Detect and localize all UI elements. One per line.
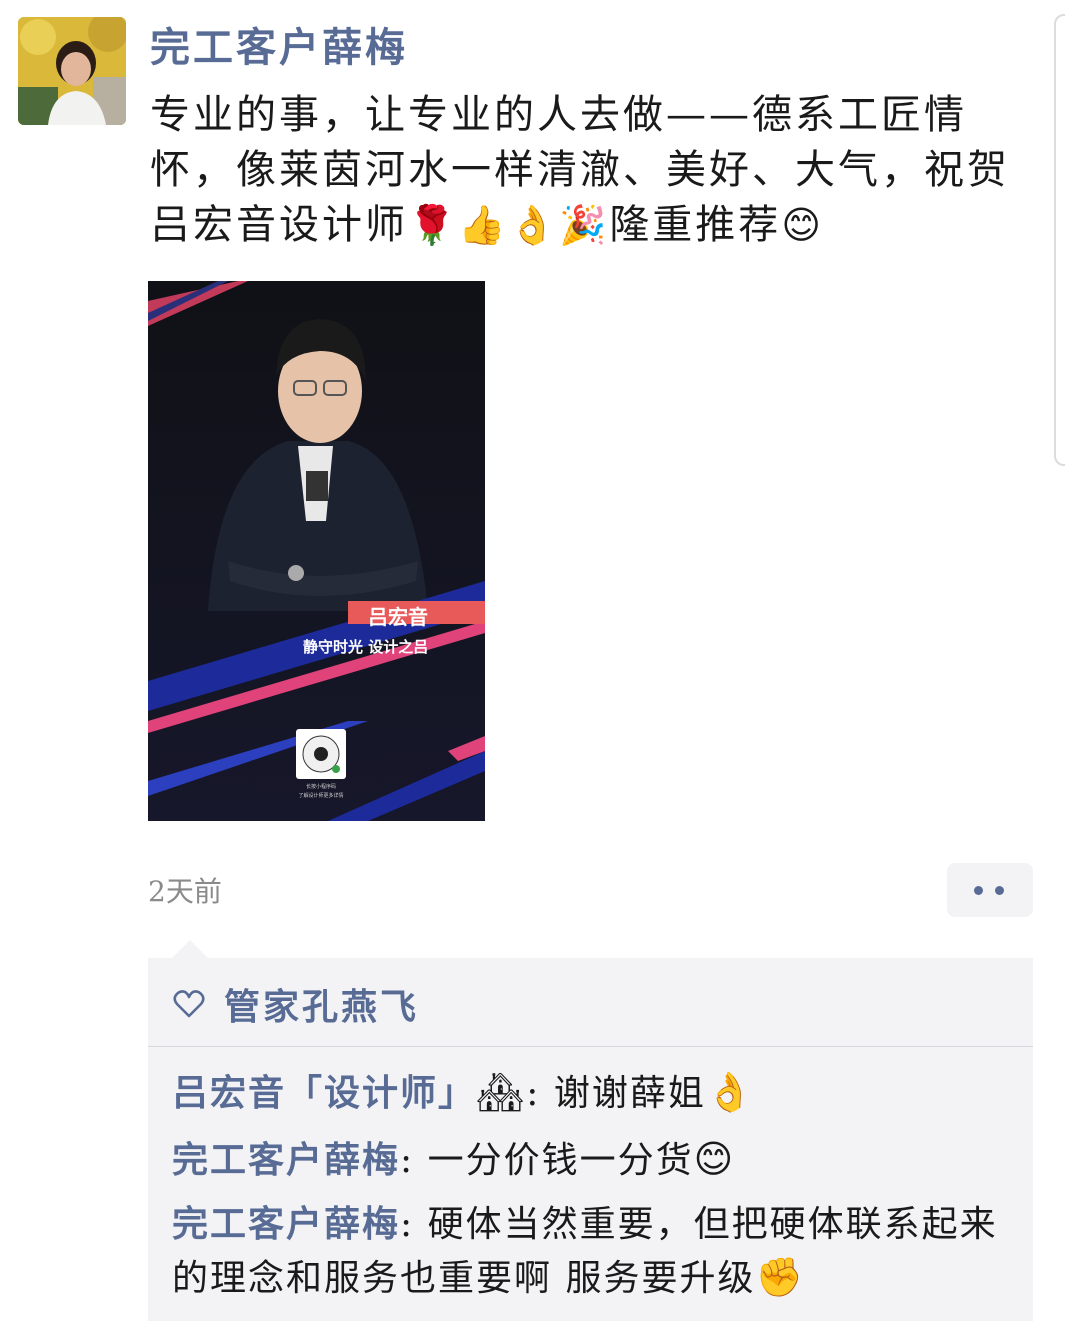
comment-separator: : — [526, 1073, 554, 1114]
rose-emoji: 🌹 — [408, 203, 459, 247]
comment-item[interactable]: 完工客户薛梅: 一分价钱一分货😊 — [172, 1133, 1012, 1187]
post-timestamp: 2天前 — [148, 875, 222, 908]
more-dots-icon — [974, 886, 983, 895]
post-body-tail: 隆重推荐 — [609, 202, 782, 248]
thumbs-up-emoji: 👍 — [458, 203, 509, 247]
post-text: 专业的事，让专业的人去做——德系工匠情怀，像莱茵河水一样清澈、美好、大气，祝贺吕… — [150, 88, 1010, 253]
scroll-edge — [1054, 14, 1065, 466]
likes-row: 管家孔燕飞 — [172, 978, 419, 1030]
comment-item[interactable]: 完工客户薛梅: 硬体当然重要，但把硬体联系起来的理念和服务也重要啊 服务要升级✊ — [172, 1198, 1012, 1305]
smile-emoji: 😊 — [781, 203, 824, 247]
party-popper-emoji: 🎉 — [558, 203, 610, 247]
comment-separator: : — [400, 1204, 428, 1245]
photo-name: 吕宏音 — [368, 605, 428, 629]
like-user-name[interactable]: 管家孔燕飞 — [224, 978, 419, 1030]
comments-caret — [172, 940, 208, 958]
house-emoji: 🏘 — [476, 1070, 527, 1114]
smile-emoji: 😊 — [693, 1137, 736, 1181]
comment-text: 一分价钱一分货 — [427, 1140, 694, 1181]
post-photo[interactable]: 长按小程序码 了解设计师更多详情 吕宏音 静守时光 设计之吕 — [148, 281, 485, 821]
comment-item[interactable]: 吕宏音「设计师」🏘: 谢谢薛姐👌 — [172, 1066, 1012, 1120]
divider — [148, 1046, 1033, 1047]
post-author[interactable]: 完工客户薛梅 — [150, 22, 408, 74]
ok-hand-emoji: 👌 — [705, 1070, 756, 1114]
comment-author[interactable]: 完工客户薛梅 — [172, 1203, 400, 1245]
ok-hand-emoji: 👌 — [508, 203, 559, 247]
comment-author[interactable]: 吕宏音「设计师」 — [172, 1072, 476, 1114]
heart-icon — [173, 990, 205, 1018]
comment-text: 谢谢薛姐 — [553, 1073, 706, 1114]
more-button[interactable] — [947, 863, 1033, 917]
qr-caption-2: 了解设计师更多详情 — [298, 792, 343, 799]
comments-section: 管家孔燕飞 吕宏音「设计师」🏘: 谢谢薛姐👌 完工客户薛梅: 一分价钱一分货😊 … — [148, 958, 1033, 1321]
more-dots-icon — [995, 886, 1004, 895]
comment-author[interactable]: 完工客户薛梅 — [172, 1139, 400, 1181]
photo-slogan: 静守时光 设计之吕 — [303, 638, 429, 656]
comment-separator: : — [400, 1140, 428, 1181]
avatar[interactable] — [18, 17, 126, 125]
fist-emoji: ✊ — [755, 1255, 805, 1299]
qr-caption-1: 长按小程序码 — [306, 783, 336, 790]
